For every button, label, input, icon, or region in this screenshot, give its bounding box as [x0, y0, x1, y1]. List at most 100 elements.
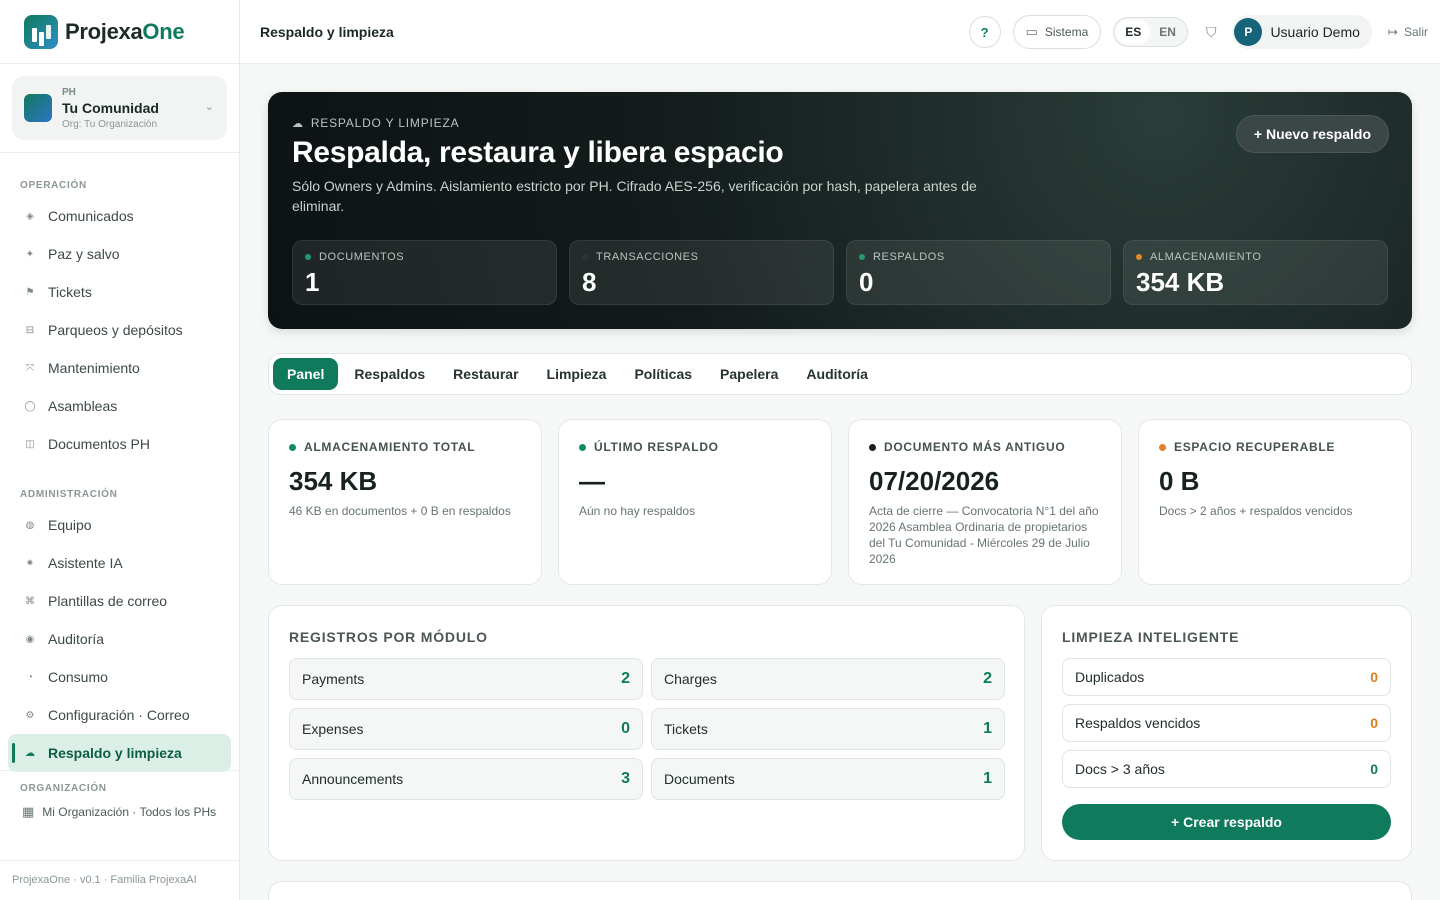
sidebar-item-respaldo-y-limpieza[interactable]: ☁ Respaldo y limpieza: [8, 734, 231, 772]
sidebar-item-asambleas[interactable]: ◯ Asambleas: [0, 387, 239, 425]
asistente-ia-icon: ✷: [25, 557, 35, 569]
module-name: Tickets: [664, 721, 708, 737]
consumo-icon: ◔: [26, 671, 34, 683]
new-backup-button[interactable]: + Nuevo respaldo: [1235, 115, 1389, 153]
respaldo-y-limpieza-icon: ☁: [25, 747, 35, 759]
sidebar-item-comunicados[interactable]: ◈ Comunicados: [0, 197, 239, 235]
metric-value: 354 KB: [289, 466, 378, 496]
org-item-all-phs[interactable]: ▦ Mi Organización · Todos los PHs: [0, 800, 239, 820]
stat-value: 8: [582, 267, 597, 297]
tab-politicas[interactable]: Políticas: [620, 358, 706, 390]
logout-button[interactable]: ↦ Salir: [1388, 25, 1428, 39]
brand-name-suffix: One: [142, 18, 185, 44]
stat-label: RESPALDOS: [873, 251, 945, 263]
module-row-documents[interactable]: Documents 1: [651, 758, 1005, 800]
sidebar-item-documentos-ph[interactable]: ◫ Documentos PH: [0, 425, 239, 463]
building-icon: ▦: [22, 804, 35, 819]
lang-es[interactable]: ES: [1116, 20, 1151, 44]
community-switcher[interactable]: PH Tu Comunidad Org: Tu Organización ⌄: [12, 76, 227, 140]
sidebar-item-paz-y-salvo[interactable]: ✦ Paz y salvo: [0, 235, 239, 273]
paz-y-salvo-icon: ✦: [25, 248, 35, 260]
sidebar-item-parqueos-y-depositos[interactable]: ⊟ Parqueos y depósitos: [0, 311, 239, 349]
tickets-icon: ⚑: [25, 286, 35, 298]
system-label: Sistema: [1044, 25, 1089, 39]
status-dot: [1159, 443, 1166, 451]
sidebar-item-label: Comunicados: [48, 208, 134, 224]
module-row-expenses[interactable]: Expenses 0: [289, 708, 643, 750]
cleanup-count: 0: [1370, 669, 1378, 685]
community-org: Org: Tu Organización: [62, 118, 158, 130]
system-button[interactable]: ▭ Sistema: [1012, 15, 1102, 49]
community-name: Tu Comunidad: [62, 99, 159, 116]
metric-label: DOCUMENTO MÁS ANTIGUO: [884, 440, 1066, 454]
logo-mark-icon: [24, 14, 58, 49]
next-section-card: [268, 881, 1412, 900]
tab-limpieza[interactable]: Limpieza: [533, 358, 621, 390]
sidebar-item-label: Consumo: [48, 669, 108, 685]
logout-icon: ↦: [1387, 25, 1398, 39]
module-name: Payments: [302, 671, 365, 687]
tab-panel[interactable]: Panel: [273, 358, 339, 390]
sidebar-item-configuracion-correo[interactable]: ⚙ Configuración · Correo: [0, 696, 239, 734]
asambleas-icon: ◯: [24, 400, 36, 412]
tab-papelera[interactable]: Papelera: [706, 358, 792, 390]
status-dot: [289, 443, 296, 451]
cleanup-row-respaldos-vencidos[interactable]: Respaldos vencidos 0: [1062, 704, 1391, 742]
avatar: P: [1234, 18, 1263, 46]
chevron-down-icon: ⌄: [204, 101, 214, 113]
tab-restaurar[interactable]: Restaurar: [439, 358, 532, 390]
tab-respaldos[interactable]: Respaldos: [340, 358, 439, 390]
sidebar-item-label: Equipo: [48, 517, 92, 533]
section-title-operacion: OPERACIÓN: [20, 180, 87, 191]
metric-value: 07/20/2026: [869, 466, 1000, 496]
cleanup-row-docs-3-anos[interactable]: Docs > 3 años 0: [1062, 750, 1391, 788]
module-name: Charges: [664, 671, 717, 687]
topbar: Respaldo y limpieza ? ▭ Sistema ES EN ⛉ …: [240, 0, 1440, 64]
shield-icon[interactable]: ⛉: [1206, 24, 1217, 41]
sidebar-item-plantillas-de-correo[interactable]: ⌘ Plantillas de correo: [0, 582, 239, 620]
tab-auditoria[interactable]: Auditoría: [792, 358, 881, 390]
monitor-icon: ▭: [1025, 24, 1038, 39]
user-menu[interactable]: P Usuario Demo: [1232, 15, 1372, 49]
sidebar-item-mantenimiento[interactable]: ⤧ Mantenimiento: [0, 349, 239, 387]
cleanup-label: Respaldos vencidos: [1075, 715, 1201, 731]
metric-label: ÚLTIMO RESPALDO: [594, 440, 719, 454]
lang-en[interactable]: EN: [1150, 20, 1185, 44]
status-dot: [1136, 254, 1142, 260]
user-name: Usuario Demo: [1270, 24, 1360, 40]
hero-kicker: RESPALDO Y LIMPIEZA: [310, 116, 460, 130]
cleanup-count: 0: [1370, 715, 1378, 731]
metric-subtitle: 46 KB en documentos + 0 B en respaldos: [289, 504, 511, 518]
create-backup-button[interactable]: + Crear respaldo: [1062, 804, 1391, 840]
stat-label: ALMACENAMIENTO: [1150, 251, 1262, 263]
module-records-title: REGISTROS POR MÓDULO: [289, 629, 488, 645]
configuracion-correo-icon: ⚙: [25, 709, 35, 721]
sidebar-item-label: Asistente IA: [48, 555, 123, 571]
divider: [0, 152, 239, 153]
org-item-label: Mi Organización · Todos los PHs: [42, 805, 217, 819]
sidebar-item-consumo[interactable]: ◔ Consumo: [0, 658, 239, 696]
language-toggle: ES EN: [1113, 17, 1188, 47]
sidebar-item-label: Parqueos y depósitos: [48, 322, 183, 338]
cloud-icon: ☁: [292, 118, 304, 130]
tab-bar: Panel Respaldos Restaurar Limpieza Políticas…: [268, 353, 1412, 395]
brand-name: Projexa: [65, 18, 143, 44]
status-dot: [582, 254, 588, 260]
module-row-payments[interactable]: Payments 2: [289, 658, 643, 700]
sidebar-item-auditoria[interactable]: ◉ Auditoría: [0, 620, 239, 658]
cleanup-count: 0: [1370, 761, 1378, 777]
brand-logo[interactable]: ProjexaOne: [0, 0, 239, 64]
module-row-announcements[interactable]: Announcements 3: [289, 758, 643, 800]
module-row-tickets[interactable]: Tickets 1: [651, 708, 1005, 750]
cleanup-row-duplicados[interactable]: Duplicados 0: [1062, 658, 1391, 696]
sidebar-item-label: Paz y salvo: [48, 246, 120, 262]
help-button[interactable]: ?: [968, 16, 1001, 48]
cleanup-label: Docs > 3 años: [1075, 761, 1165, 777]
stat-respaldos: RESPALDOS 0: [846, 240, 1111, 305]
sidebar-item-tickets[interactable]: ⚑ Tickets: [0, 273, 239, 311]
module-row-charges[interactable]: Charges 2: [651, 658, 1005, 700]
sidebar-item-equipo[interactable]: ◍ Equipo: [0, 506, 239, 544]
module-records-card: REGISTROS POR MÓDULO Payments 2 Charges 2 Ex…: [268, 605, 1025, 861]
module-count: 0: [621, 720, 630, 737]
sidebar-item-asistente-ia[interactable]: ✷ Asistente IA: [0, 544, 239, 582]
